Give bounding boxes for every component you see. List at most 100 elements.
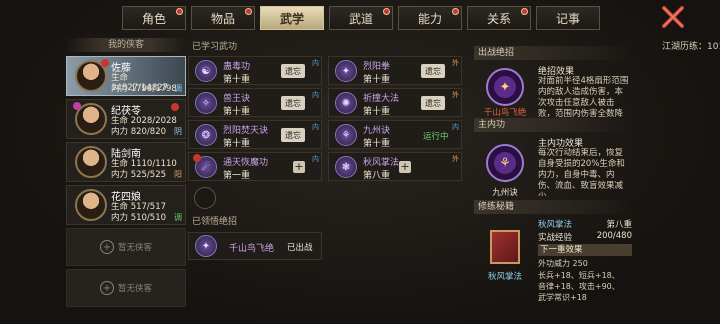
- skill-level: 第一重: [223, 171, 251, 181]
- section-header: 已领悟绝招: [188, 215, 468, 229]
- hero-portrait: [75, 189, 107, 221]
- ultimate-name: 千山鸟飞绝: [229, 244, 275, 254]
- notification-dot: [383, 8, 390, 15]
- skill-icon: ✧: [195, 92, 217, 114]
- skill-card[interactable]: ☄ 通天恢魔功 第一重 + 内: [188, 152, 322, 181]
- skill-level: 第十重: [223, 139, 251, 149]
- bonus-line: 音律+18、攻击+90、: [538, 282, 620, 291]
- skill-icon: ✺: [335, 92, 357, 114]
- tab-label: 武学: [279, 11, 304, 26]
- tab-character[interactable]: 角色: [122, 6, 186, 30]
- status-badge: [73, 102, 81, 110]
- hero-roster: 我的侠客 佐藤 生命 14827/14827 内力 1798/1798 调 纪茯…: [66, 38, 186, 310]
- skill-name: 通天恢魔功: [223, 158, 269, 168]
- empty-skill-slot[interactable]: [194, 187, 216, 209]
- skill-level: 第十重: [363, 107, 391, 117]
- section-header: 主内功: [474, 118, 634, 132]
- tab-ability[interactable]: 能力: [398, 6, 462, 30]
- tab-label: 记事: [555, 11, 580, 26]
- skill-name: 烈阳焚天诀: [223, 126, 269, 136]
- upgrade-button[interactable]: +: [399, 161, 411, 173]
- skill-card[interactable]: ✧ 兽王诀 第十重 遗忘 内: [188, 88, 322, 117]
- upgrade-button[interactable]: +: [293, 161, 305, 173]
- ultimate-card[interactable]: ✦ 千山鸟飞绝 已出战: [188, 232, 322, 260]
- hero-card[interactable]: 陆剑南 生命 1110/1110 内力 525/525 阳: [66, 142, 186, 182]
- notification-dot: [245, 8, 252, 15]
- skill-level: 第十重: [363, 75, 391, 85]
- skill-card[interactable]: ✦ 烈阳拳 第十重 遗忘 外: [328, 56, 462, 85]
- ultimate-icon: ✦: [195, 235, 217, 257]
- empty-hero-slot[interactable]: + 暂无侠客: [66, 228, 186, 266]
- notification-dot: [452, 8, 459, 15]
- skill-card[interactable]: ❂ 烈阳焚天诀 第十重 遗忘 内: [188, 120, 322, 149]
- skill-level: 第十重: [223, 107, 251, 117]
- close-icon[interactable]: [660, 4, 686, 30]
- running-status: 运行中: [423, 132, 449, 142]
- section-title: 已学习武功: [192, 42, 238, 52]
- skill-type: 外: [452, 59, 459, 67]
- skill-card[interactable]: ❃ 秋风掌法 第八重 + 外: [328, 152, 462, 181]
- learned-skills-panel: 已学习武功 江湖历练：101389 ☯ 蛊毒功 第十重 遗忘 内 ✦ 烈阳拳 第…: [188, 40, 720, 324]
- main-skill-row: ⚘ 九州诀 主内功效果 每次行动结束后，恢复自身受损的20%生命和内力，自身中毒…: [474, 132, 634, 200]
- skill-level: 第十重: [363, 139, 391, 149]
- skill-type: 内: [312, 91, 319, 99]
- main-skill-name: 九州诀: [492, 188, 518, 198]
- bonus-line: 长兵+18、短兵+18、: [538, 271, 620, 280]
- hero-tag: 阳: [174, 170, 182, 179]
- skill-card[interactable]: ✺ 祈撞大法 第十重 遗忘 外: [328, 88, 462, 117]
- hero-portrait: [75, 146, 107, 178]
- skill-name: 祈撞大法: [363, 94, 400, 104]
- tab-label: 关系: [486, 11, 511, 26]
- section-title: 已领悟绝招: [192, 217, 238, 227]
- hero-card[interactable]: 佐藤 生命 14827/14827 内力 1798/1798 调: [66, 56, 186, 96]
- ultimate-status: 已出战: [287, 243, 313, 253]
- skill-level: 第十重: [223, 75, 251, 85]
- tab-items[interactable]: 物品: [191, 6, 255, 30]
- hero-tag: 调: [174, 84, 182, 93]
- skill-card[interactable]: ⚘ 九州诀 第十重 运行中 内: [328, 120, 462, 149]
- skill-type: 内: [312, 59, 319, 67]
- notification-dot: [171, 103, 179, 111]
- tab-relations[interactable]: 关系: [467, 6, 531, 30]
- tab-martial-arts[interactable]: 武学: [260, 6, 324, 30]
- ultimate-medal-icon: ✦: [486, 68, 524, 106]
- skill-name: 兽王诀: [223, 94, 251, 104]
- section-header: 修练秘籍: [474, 200, 634, 214]
- book-level: 第八重: [606, 220, 632, 230]
- book-row: 秋风掌法 第八重: [538, 218, 632, 230]
- skill-icon: ✦: [335, 60, 357, 82]
- skill-card[interactable]: ☯ 蛊毒功 第十重 遗忘 内: [188, 56, 322, 85]
- skill-type: 外: [452, 91, 459, 99]
- skill-icon: ⚘: [335, 124, 357, 146]
- hero-card[interactable]: 花四娘 生命 517/517 内力 510/510 调: [66, 185, 186, 225]
- jianghu-exp: 江湖历练：101389: [662, 42, 720, 52]
- tab-journal[interactable]: 记事: [536, 6, 600, 30]
- skill-type: 外: [452, 155, 459, 163]
- tab-wudao[interactable]: 武道: [329, 6, 393, 30]
- forget-button[interactable]: 遗忘: [421, 96, 445, 110]
- empty-hero-slot[interactable]: + 暂无侠客: [66, 269, 186, 307]
- skill-name: 烈阳拳: [363, 62, 391, 72]
- skill-type: 内: [312, 123, 319, 131]
- notification-dot: [101, 59, 109, 67]
- skill-grid: ☯ 蛊毒功 第十重 遗忘 内 ✦ 烈阳拳 第十重 遗忘 外 ✧ 兽王诀 第十重 …: [188, 56, 468, 181]
- notification-dot: [193, 154, 201, 162]
- skill-type: 内: [312, 155, 319, 163]
- exp-row: 实战经验 200/480: [538, 231, 632, 243]
- empty-slot-label: 暂无侠客: [117, 243, 152, 253]
- forget-button[interactable]: 遗忘: [421, 64, 445, 78]
- power-value: 外功威力 250: [538, 259, 588, 268]
- hero-card[interactable]: 纪茯苓 生命 2028/2028 内力 820/820 阴: [66, 99, 186, 139]
- forget-button[interactable]: 遗忘: [281, 64, 305, 78]
- book-icon[interactable]: [490, 230, 520, 264]
- forget-button[interactable]: 遗忘: [281, 128, 305, 142]
- hero-mp: 内力 510/510: [111, 213, 167, 223]
- tab-label: 物品: [210, 11, 235, 26]
- main-tabs: 角色 物品 武学 武道 能力 关系 记事: [122, 6, 603, 30]
- skill-type: 内: [452, 123, 459, 131]
- skill-info-panel: 出战绝招 ✦ 千山鸟飞绝 绝招效果 对面前半径4格扇形范围内的敌人造成伤害，本次…: [474, 46, 634, 324]
- next-level-header: 下一重效果: [538, 244, 632, 256]
- skill-level: 第八重: [363, 171, 391, 181]
- forget-button[interactable]: 遗忘: [281, 96, 305, 110]
- exp-value: 200/480: [596, 231, 632, 241]
